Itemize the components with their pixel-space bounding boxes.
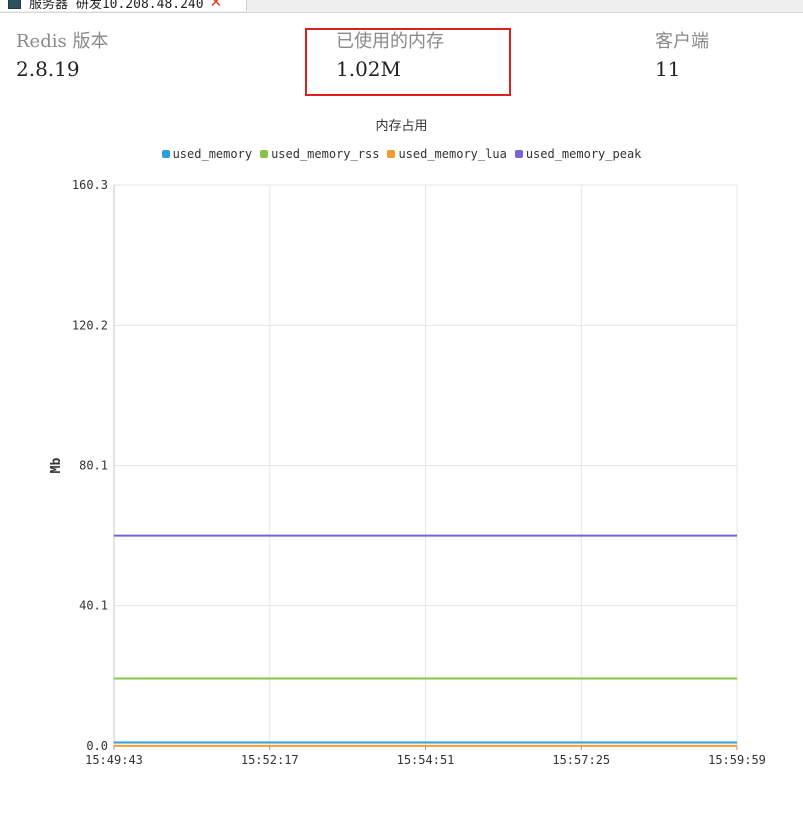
x-tick-label: 15:59:59 (708, 753, 766, 767)
stat-label: 客户端 (655, 31, 709, 52)
terminal-icon (8, 0, 21, 9)
stat-clients: 客户端 11 (655, 30, 709, 84)
y-tick-label: 160.3 (72, 178, 108, 192)
tab-bar: 服务器 研发10.208.48.240 ✕ (0, 0, 803, 13)
legend-swatch (260, 150, 269, 158)
y-tick-label: 0.0 (86, 739, 108, 753)
x-tick-label: 15:57:25 (552, 753, 610, 767)
x-tick-label: 15:54:51 (397, 753, 455, 767)
legend-swatch (161, 150, 170, 158)
legend-item[interactable]: used_memory (161, 147, 253, 161)
legend-label: used_memory_peak (525, 147, 642, 161)
x-tick-label: 15:52:17 (241, 753, 299, 767)
chart-legend: used_memory used_memory_rss used_memory_lu… (0, 147, 803, 161)
close-icon[interactable]: ✕ (210, 0, 223, 10)
y-tick-label: 120.2 (72, 318, 108, 332)
legend-swatch (514, 150, 523, 158)
legend-item[interactable]: used_memory_rss (260, 147, 379, 161)
y-tick-label: 40.1 (79, 599, 108, 613)
legend-label: used_memory_rss (271, 147, 380, 161)
legend-label: used_memory_lua (398, 147, 507, 161)
y-axis-label: Mb (49, 458, 64, 474)
legend-label: used_memory (172, 147, 253, 161)
stat-label: Redis 版本 (16, 31, 109, 52)
legend-swatch (387, 150, 396, 158)
highlight-box (305, 28, 511, 96)
stat-redis-version: Redis 版本 2.8.19 (16, 30, 108, 84)
y-tick-label: 80.1 (79, 459, 108, 473)
stat-value: 11 (655, 57, 681, 81)
legend-item[interactable]: used_memory_peak (514, 147, 642, 161)
chart-title: 内存占用 (375, 119, 428, 134)
x-tick-label: 15:49:43 (85, 753, 143, 767)
server-tab[interactable]: 服务器 研发10.208.48.240 ✕ (0, 0, 247, 12)
stat-value: 2.8.19 (16, 57, 80, 81)
legend-item[interactable]: used_memory_lua (387, 147, 507, 161)
tab-title: 服务器 研发10.208.48.240 (29, 0, 204, 12)
